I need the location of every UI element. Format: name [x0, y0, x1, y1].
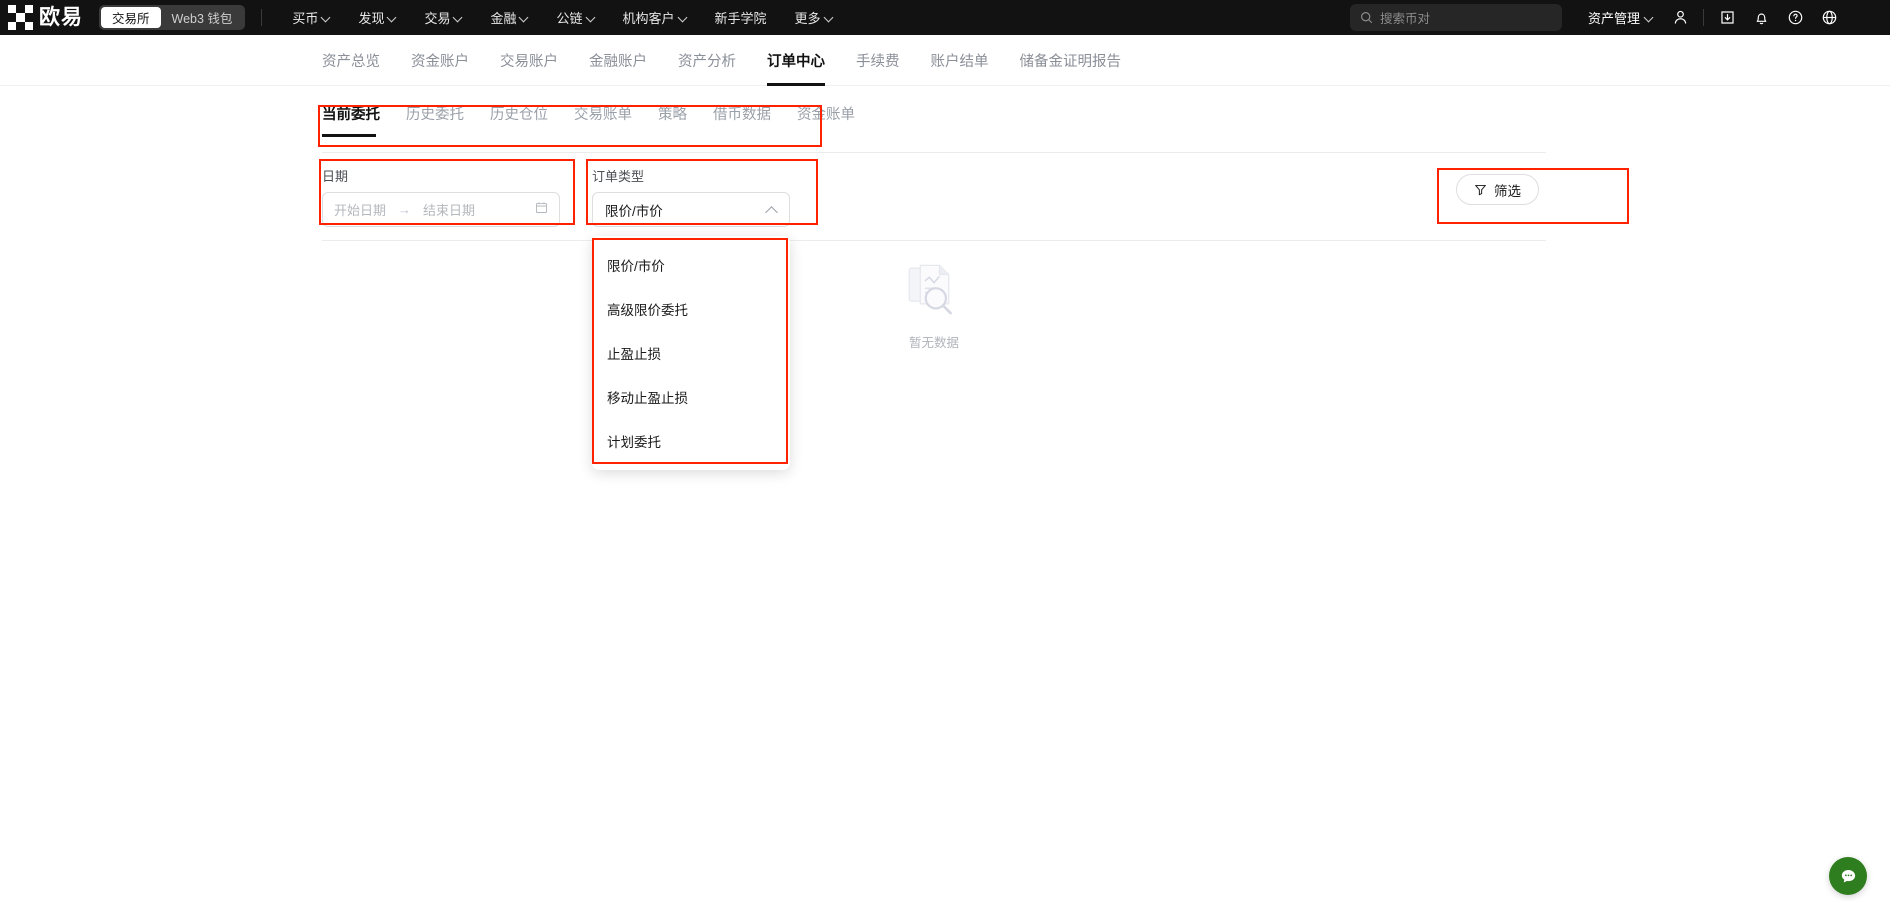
- header-divider-2: [1703, 9, 1705, 26]
- filters-divider: [322, 240, 1546, 241]
- brand-name: 欧易: [39, 6, 83, 29]
- chevron-down-icon: [454, 13, 462, 21]
- nav-label: 公链: [556, 11, 583, 26]
- user-icon: [1674, 10, 1686, 24]
- order-type-label: 订单类型: [592, 169, 645, 184]
- no-data-document-search-icon: [908, 264, 952, 315]
- dropdown-option-advanced-limit[interactable]: 高级限价委托: [592, 287, 790, 331]
- asset-management-menu[interactable]: 资产管理: [1578, 8, 1663, 27]
- empty-state: 暂无数据: [322, 258, 1546, 351]
- tab-funding-bills[interactable]: 资金账单: [797, 103, 855, 137]
- search-icon: [1361, 12, 1373, 24]
- subnav-item-order-center[interactable]: 订单中心: [767, 35, 825, 86]
- nav-label: 机构客户: [622, 11, 675, 26]
- nav-item-discover[interactable]: 发现: [344, 0, 410, 35]
- help-icon: [1788, 10, 1802, 25]
- subnav-item-funding-account[interactable]: 资金账户: [411, 35, 469, 86]
- chevron-down-icon: [322, 13, 330, 21]
- chat-bubble-icon: [1841, 869, 1855, 882]
- nav-label: 买币: [292, 11, 319, 26]
- help-button[interactable]: [1778, 0, 1812, 35]
- order-type-select[interactable]: 限价/市价: [592, 192, 790, 227]
- nav-label: 新手学院: [714, 11, 767, 26]
- subnav-item-asset-overview[interactable]: 资产总览: [322, 35, 380, 86]
- chevron-down-icon: [587, 13, 595, 21]
- tab-trade-bills[interactable]: 交易账单: [574, 103, 632, 137]
- filter-button[interactable]: 筛选: [1456, 174, 1539, 205]
- filter-button-label: 筛选: [1494, 183, 1521, 199]
- date-range-arrow: →: [398, 202, 412, 217]
- chevron-up-icon: [766, 204, 777, 215]
- order-type-selected-value: 限价/市价: [605, 203, 663, 219]
- header-divider: [261, 9, 263, 26]
- chevron-down-icon: [1645, 13, 1653, 21]
- tabs-divider: [322, 152, 1546, 153]
- chevron-down-icon: [825, 13, 833, 21]
- empty-state-text: 暂无数据: [908, 336, 959, 350]
- order-tabs: 当前委托 历史委托 历史仓位 交易账单 策略 借币数据 资金账单: [322, 103, 855, 137]
- subnav-item-trading-account[interactable]: 交易账户: [500, 35, 558, 86]
- search-placeholder: 搜索币对: [1380, 12, 1431, 26]
- date-range-input[interactable]: 开始日期 → 结束日期: [322, 192, 560, 227]
- dropdown-option-take-profit-stop-loss[interactable]: 止盈止损: [592, 331, 790, 375]
- bell-icon: [1756, 13, 1766, 25]
- tab-current-orders[interactable]: 当前委托: [322, 103, 380, 137]
- account-button[interactable]: [1663, 0, 1697, 35]
- nav-item-finance[interactable]: 金融: [476, 0, 542, 35]
- filter-button-wrapper: 筛选: [1456, 174, 1539, 205]
- notifications-button[interactable]: [1744, 0, 1778, 35]
- dropdown-option-trigger-order[interactable]: 计划委托: [592, 419, 790, 463]
- nav-label: 金融: [490, 11, 517, 26]
- globe-icon: [1822, 10, 1836, 25]
- brand-logo[interactable]: 欧易: [8, 5, 83, 30]
- nav-label: 发现: [358, 11, 385, 26]
- tab-order-history[interactable]: 历史委托: [406, 103, 464, 137]
- nav-item-institutional[interactable]: 机构客户: [609, 0, 701, 35]
- sub-navigation: 资产总览 资金账户 交易账户 金融账户 资产分析 订单中心 手续费 账户结单 储…: [0, 35, 1890, 86]
- date-filter: 日期 开始日期 → 结束日期: [322, 166, 560, 227]
- chevron-down-icon: [679, 13, 687, 21]
- start-date-placeholder: 开始日期: [334, 203, 387, 218]
- asset-management-label: 资产管理: [1588, 11, 1641, 26]
- subnav-item-asset-analysis[interactable]: 资产分析: [678, 35, 736, 86]
- chevron-down-icon: [388, 13, 396, 21]
- language-button[interactable]: [1812, 0, 1846, 35]
- nav-label: 交易: [424, 11, 451, 26]
- end-date-placeholder: 结束日期: [423, 203, 476, 218]
- tab-borrow-data[interactable]: 借币数据: [713, 103, 771, 137]
- chevron-down-icon: [520, 13, 528, 21]
- subnav-item-proof-of-reserves[interactable]: 储备金证明报告: [1020, 35, 1122, 86]
- tab-strategy[interactable]: 策略: [658, 103, 687, 137]
- download-app-button[interactable]: [1710, 0, 1744, 35]
- funnel-icon: [1475, 184, 1486, 196]
- order-type-dropdown: 限价/市价 高级限价委托 止盈止损 移动止盈止损 计划委托: [592, 236, 790, 470]
- order-type-filter: 订单类型 限价/市价: [592, 166, 790, 227]
- nav-label: 更多: [794, 11, 821, 26]
- date-filter-label: 日期: [322, 169, 349, 184]
- nav-item-buy-crypto[interactable]: 买币: [278, 0, 344, 35]
- top-header: 欧易 交易所 Web3 钱包 买币 发现 交易 金融 公链 机构客户 新手学院 …: [0, 0, 1890, 35]
- segment-exchange[interactable]: 交易所: [101, 7, 161, 28]
- main-nav: 买币 发现 交易 金融 公链 机构客户 新手学院 更多: [278, 0, 846, 35]
- nav-item-academy[interactable]: 新手学院: [701, 0, 781, 35]
- nav-item-public-chain[interactable]: 公链: [542, 0, 608, 35]
- product-switcher: 交易所 Web3 钱包: [99, 5, 246, 30]
- dropdown-option-limit-market[interactable]: 限价/市价: [592, 243, 790, 287]
- okx-logo-icon: [8, 5, 33, 30]
- subnav-item-fees[interactable]: 手续费: [856, 35, 900, 86]
- segment-web3-wallet[interactable]: Web3 钱包: [161, 7, 244, 28]
- search-input[interactable]: 搜索币对: [1350, 4, 1562, 31]
- header-right-cluster: 资产管理: [1578, 0, 1846, 35]
- nav-item-more[interactable]: 更多: [781, 0, 847, 35]
- calendar-icon: [535, 201, 548, 219]
- nav-item-trade[interactable]: 交易: [410, 0, 476, 35]
- tab-position-history[interactable]: 历史仓位: [490, 103, 548, 137]
- subnav-item-account-statement[interactable]: 账户结单: [931, 35, 989, 86]
- dropdown-option-trailing-stop[interactable]: 移动止盈止损: [592, 375, 790, 419]
- download-icon: [1720, 11, 1734, 24]
- chat-support-button[interactable]: [1829, 857, 1867, 895]
- subnav-item-financial-account[interactable]: 金融账户: [589, 35, 647, 86]
